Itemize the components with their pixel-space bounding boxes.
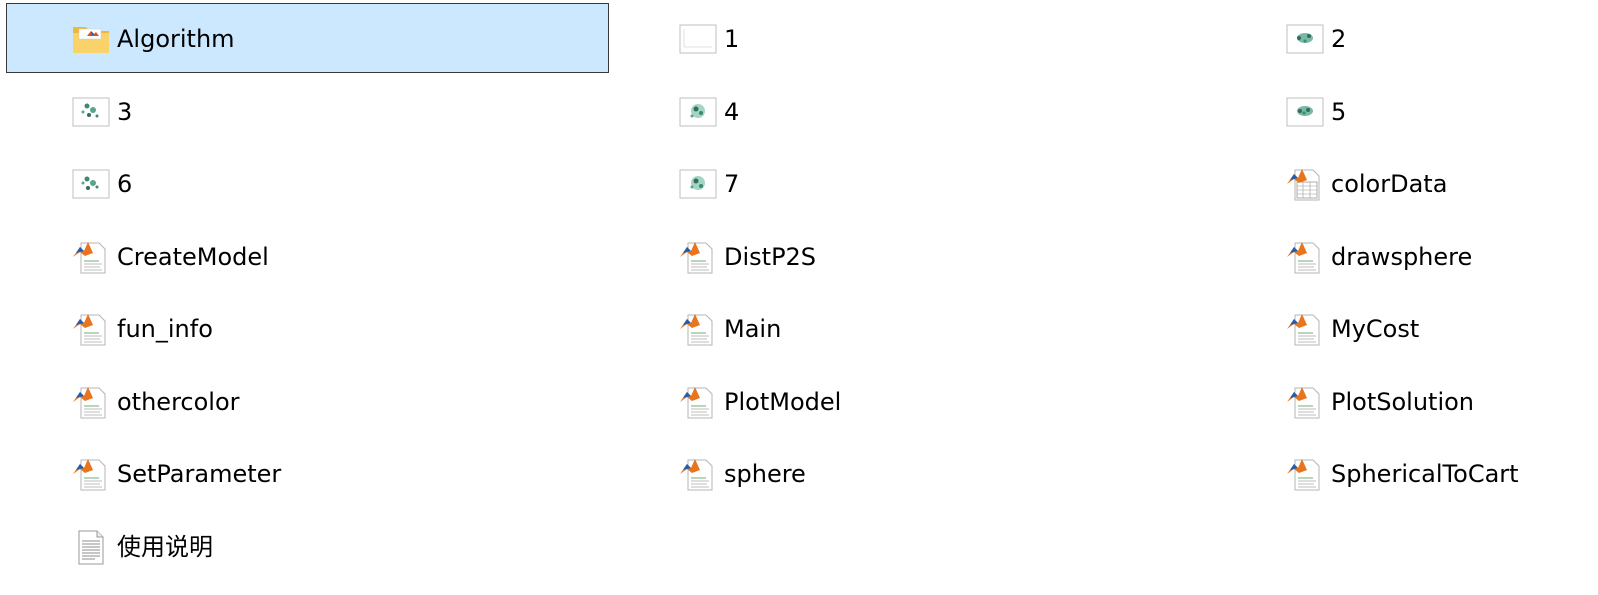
file-item-colordata[interactable]: colorData [1220,148,1598,218]
file-item-3[interactable]: 3 [6,76,609,146]
item-label: 3 [117,98,133,126]
file-item-readme[interactable]: 使用说明 [6,511,609,581]
item-label: othercolor [117,388,240,416]
file-item-7[interactable]: 7 [613,148,1216,218]
file-item-sphericaltocart[interactable]: SphericalToCart [1220,438,1598,508]
matlab-file-icon [678,384,718,420]
item-label: 4 [724,98,740,126]
image-file-icon [71,166,111,202]
file-item-4[interactable]: 4 [613,76,1216,146]
matlab-file-icon [1285,456,1325,492]
matlab-file-icon [71,239,111,275]
file-item-drawsphere[interactable]: drawsphere [1220,221,1598,291]
matlab-file-icon [678,311,718,347]
file-item-6[interactable]: 6 [6,148,609,218]
matlab-file-icon [71,384,111,420]
item-label: Main [724,315,782,343]
matlab-data-file-icon [1285,166,1325,202]
item-label: 6 [117,170,133,198]
item-label: PlotModel [724,388,842,416]
image-file-icon [678,166,718,202]
image-file-icon [678,21,718,57]
file-item-mycost[interactable]: MyCost [1220,293,1598,363]
image-file-icon [1285,21,1325,57]
folder-icon [71,21,111,57]
matlab-file-icon [678,456,718,492]
image-file-icon [678,94,718,130]
item-label: fun_info [117,315,213,343]
file-item-5[interactable]: 5 [1220,76,1598,146]
item-label: 5 [1331,98,1347,126]
item-label: 2 [1331,25,1347,53]
matlab-file-icon [71,456,111,492]
matlab-file-icon [1285,311,1325,347]
item-label: SetParameter [117,460,282,488]
item-label: CreateModel [117,243,269,271]
item-label: SphericalToCart [1331,460,1519,488]
item-label: PlotSolution [1331,388,1475,416]
file-item-plotmodel[interactable]: PlotModel [613,366,1216,436]
image-file-icon [1285,94,1325,130]
file-item-2[interactable]: 2 [1220,3,1598,73]
text-file-icon [71,529,111,565]
file-item-distp2s[interactable]: DistP2S [613,221,1216,291]
file-item-1[interactable]: 1 [613,3,1216,73]
item-label: 1 [724,25,740,53]
item-label: DistP2S [724,243,817,271]
item-label: 7 [724,170,740,198]
file-item-othercolor[interactable]: othercolor [6,366,609,436]
item-label: Algorithm [117,25,235,53]
image-file-icon [71,94,111,130]
file-item-sphere[interactable]: sphere [613,438,1216,508]
matlab-file-icon [1285,239,1325,275]
item-label: colorData [1331,170,1448,198]
item-label: 使用说明 [117,533,213,561]
matlab-file-icon [71,311,111,347]
file-item-plotsolution[interactable]: PlotSolution [1220,366,1598,436]
matlab-file-icon [678,239,718,275]
matlab-file-icon [1285,384,1325,420]
file-item-main[interactable]: Main [613,293,1216,363]
folder-item-algorithm[interactable]: Algorithm [6,3,609,73]
item-label: sphere [724,460,806,488]
file-item-createmodel[interactable]: CreateModel [6,221,609,291]
file-list-view: Algorithm 1 2 3 4 5 6 7 colorData Create… [0,0,1598,595]
item-label: drawsphere [1331,243,1473,271]
file-item-setparameter[interactable]: SetParameter [6,438,609,508]
file-item-fun-info[interactable]: fun_info [6,293,609,363]
item-label: MyCost [1331,315,1420,343]
